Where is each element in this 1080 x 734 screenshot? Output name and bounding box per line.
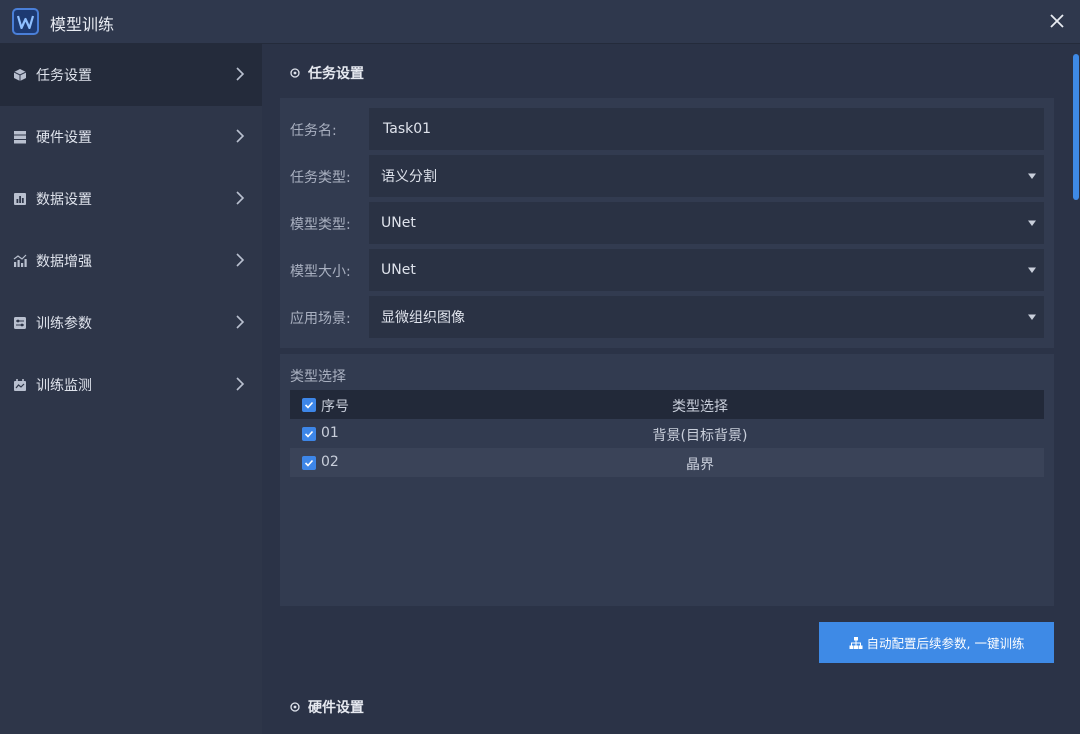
chevron-right-icon (236, 129, 245, 143)
scenario-value: 显微组织图像 (381, 310, 465, 326)
table-row: 01 背景(目标背景) (290, 419, 1044, 448)
sidebar-item-data-settings[interactable]: 数据设置 (0, 168, 262, 230)
model-size-select[interactable]: UNet (369, 249, 1044, 291)
sidebar-item-training-params[interactable]: 训练参数 (0, 292, 262, 354)
chevron-right-icon (236, 67, 245, 81)
model-type-select[interactable]: UNet (369, 202, 1044, 244)
auto-config-train-label: 自动配置后续参数, 一键训练 (866, 636, 1025, 651)
section-title: 任务设置 (308, 66, 364, 82)
model-size-row: 模型大小: UNet (280, 249, 1054, 291)
sidebar-item-training-monitor[interactable]: 训练监测 (0, 354, 262, 416)
cube-icon (12, 67, 27, 82)
line-bar-chart-icon (12, 253, 27, 268)
sidebar-item-hardware-settings[interactable]: 硬件设置 (0, 106, 262, 168)
close-icon (1050, 14, 1064, 28)
hierarchy-icon (849, 636, 863, 649)
app-logo-icon (12, 8, 39, 35)
sidebar-item-label: 数据增强 (36, 254, 92, 270)
type-selection-panel: 类型选择 序号 类型选择 01 背景(目标背景) 02 晶界 (280, 354, 1054, 606)
bar-chart-icon (12, 191, 27, 206)
caret-down-icon (1028, 267, 1036, 273)
caret-down-icon (1028, 173, 1036, 179)
chevron-right-icon (236, 315, 245, 329)
sidebar-item-label: 数据设置 (36, 192, 92, 208)
row-type: 晶界 (686, 457, 714, 473)
table-header-row: 序号 类型选择 (290, 390, 1044, 419)
vertical-scrollbar[interactable] (1070, 44, 1080, 734)
task-name-row: 任务名: Task01 (280, 108, 1054, 150)
circle-bullet-icon (290, 702, 300, 712)
type-selection-table: 序号 类型选择 01 背景(目标背景) 02 晶界 (290, 390, 1044, 477)
sidebar-item-label: 硬件设置 (36, 130, 92, 146)
title-bar: 模型训练 (0, 0, 1080, 44)
sidebar-item-label: 训练参数 (36, 316, 92, 332)
scenario-row: 应用场景: 显微组织图像 (280, 296, 1054, 338)
circle-bullet-icon (290, 68, 300, 78)
column-header-type: 类型选择 (672, 399, 728, 415)
caret-down-icon (1028, 220, 1036, 226)
sidebar-item-label: 训练监测 (36, 378, 92, 394)
model-training-window: 模型训练 任务设置 硬件设置 数据设置 数据增强 训练参数 训练监测 任务设置 … (0, 0, 1080, 734)
model-type-row: 模型类型: UNet (280, 202, 1054, 244)
task-name-input[interactable]: Task01 (369, 108, 1044, 150)
sidebar: 任务设置 硬件设置 数据设置 数据增强 训练参数 训练监测 (0, 44, 262, 734)
hardware-section-header: 硬件设置 (290, 697, 364, 717)
chevron-right-icon (236, 253, 245, 267)
table-row: 02 晶界 (290, 448, 1044, 477)
chevron-right-icon (236, 377, 245, 391)
sidebar-item-task-settings[interactable]: 任务设置 (0, 44, 262, 106)
scrollbar-thumb[interactable] (1073, 54, 1079, 200)
model-type-value: UNet (381, 215, 416, 231)
chevron-right-icon (236, 191, 245, 205)
model-size-value: UNet (381, 262, 416, 278)
main-content: 任务设置 任务名: Task01 任务类型: 语义分割 模型类型: UNet 模… (262, 44, 1070, 734)
task-type-value: 语义分割 (381, 169, 437, 185)
sidebar-item-label: 任务设置 (36, 68, 92, 84)
auto-config-train-button[interactable]: 自动配置后续参数, 一键训练 (819, 622, 1054, 663)
task-type-label: 任务类型: (290, 170, 351, 186)
task-form-panel: 任务名: Task01 任务类型: 语义分割 模型类型: UNet 模型大小: (280, 98, 1054, 348)
task-type-select[interactable]: 语义分割 (369, 155, 1044, 197)
task-name-label: 任务名: (290, 123, 337, 139)
scenario-select[interactable]: 显微组织图像 (369, 296, 1044, 338)
sidebar-item-data-augmentation[interactable]: 数据增强 (0, 230, 262, 292)
server-icon (12, 129, 27, 144)
task-type-row: 任务类型: 语义分割 (280, 155, 1054, 197)
caret-down-icon (1028, 314, 1036, 320)
monitor-icon (12, 377, 27, 392)
row-type: 背景(目标背景) (652, 428, 748, 444)
section-title: 硬件设置 (308, 700, 364, 716)
sliders-icon (12, 315, 27, 330)
scenario-label: 应用场景: (290, 311, 351, 327)
model-type-label: 模型类型: (290, 217, 351, 233)
type-selection-title: 类型选择 (290, 369, 346, 385)
window-title: 模型训练 (50, 15, 115, 34)
model-size-label: 模型大小: (290, 264, 351, 280)
task-section-header: 任务设置 (290, 63, 364, 83)
close-button[interactable] (1046, 9, 1068, 33)
